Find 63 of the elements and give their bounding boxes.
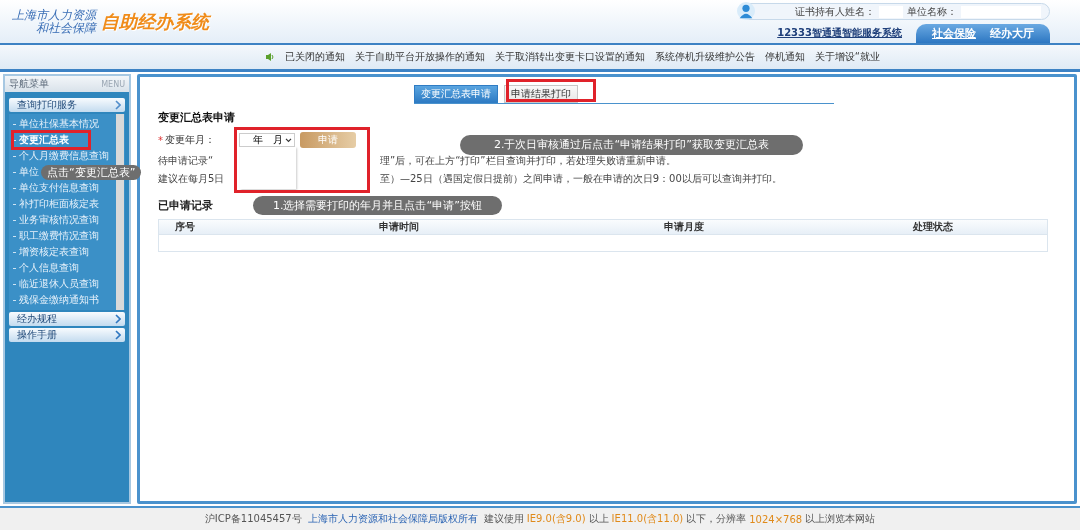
column-header: 申请时间	[378, 220, 420, 234]
copyright-link[interactable]: 上海市人力资源和社会保障局版权所有	[307, 512, 478, 526]
menu-item[interactable]: 单位	[19, 166, 39, 178]
footer-text: IE11.0(含11.0)	[611, 512, 684, 526]
menu-item[interactable]: 临近退休人员查询	[19, 278, 99, 290]
note-text: 至）—25日（遇国定假日提前）之间申请，一般在申请的次日9：00以后可以查询并打印。	[380, 172, 783, 186]
month-select[interactable]: 年 月	[239, 133, 295, 147]
notice-link[interactable]: 关于增设“就业	[814, 50, 880, 64]
column-header: 序号	[174, 220, 196, 234]
notice-link[interactable]: 停机通知	[764, 50, 805, 64]
menu-group[interactable]: 经办规程	[9, 312, 125, 326]
holder-name-label: 证书持有人姓名：	[795, 4, 875, 19]
column-header: 申请月度	[663, 220, 705, 234]
footer-text: 以上浏览本网站	[805, 512, 876, 526]
footer-text: 沪ICP备11045457号	[204, 512, 302, 526]
note-text: 建议在每月5日	[158, 172, 225, 186]
notice-link[interactable]: 系统停机升级维护公告	[654, 50, 755, 64]
menu-group[interactable]: 操作手册	[9, 328, 125, 342]
menu-item[interactable]: 业务审核情况查询	[19, 214, 99, 226]
callout-label: 2.于次日审核通过后点击“申请结果打印”获取变更汇总表	[460, 135, 803, 155]
menu-item[interactable]: 变更汇总表	[19, 134, 69, 146]
chevron-icon	[115, 100, 121, 110]
menu-item[interactable]: 职工缴费情况查询	[19, 230, 99, 242]
notice-link[interactable]: 关于自助平台开放操作的通知	[354, 50, 485, 64]
org-name: 上海市人力资源	[12, 8, 96, 22]
note-text: 理”后，可在上方“打印”栏目查询并打印，若处理失败请重新申请。	[380, 154, 677, 168]
company-name-label: 单位名称：	[907, 4, 957, 19]
tab[interactable]: 变更汇总表申请	[414, 85, 498, 103]
menu-label: MENU	[101, 79, 125, 89]
menu-item[interactable]: 增资核定表查询	[19, 246, 89, 258]
menu-item[interactable]: 个人月缴费信息查询	[19, 150, 109, 162]
required-mark: *	[158, 134, 163, 146]
footer-text: 建议使用	[483, 512, 524, 526]
callout-label: 点击“变更汇总表”	[41, 165, 142, 180]
menu-group[interactable]: 查询打印服务	[9, 98, 125, 112]
nav-tab[interactable]: 经办大厅	[986, 26, 1038, 41]
org-name: 和社会保障	[36, 21, 96, 35]
apply-button[interactable]: 申请	[300, 132, 356, 148]
menu-item[interactable]: 补打印柜面核定表	[19, 198, 99, 210]
column-header: 处理状态	[912, 220, 954, 234]
menu-item[interactable]: 残保金缴纳通知书	[19, 294, 99, 306]
nav-tab[interactable]: 社会保险	[928, 26, 980, 41]
user-avatar-icon	[737, 2, 755, 20]
field-label: 变更年月：	[165, 133, 215, 147]
menu-item[interactable]: 单位支付信息查询	[19, 182, 99, 194]
footer-text: 以上	[588, 512, 609, 526]
caret-icon	[285, 137, 292, 143]
form-title: 变更汇总表申请	[158, 110, 235, 125]
sidebar-title: 导航菜单	[9, 77, 49, 91]
records-title: 已申请记录	[158, 197, 213, 213]
note-text: 待申请记录“	[158, 154, 214, 168]
service-link[interactable]: 12333智通通智能服务系统	[777, 26, 902, 40]
speaker-icon	[264, 52, 275, 62]
footer-text: 1024×768	[749, 513, 803, 525]
notice-link[interactable]: 已关闭的通知	[284, 50, 345, 64]
footer-text: 以下，分辨率	[686, 512, 747, 526]
holder-name-field	[879, 5, 903, 18]
menu-item[interactable]: 个人信息查询	[19, 262, 79, 274]
notice-link[interactable]: 关于取消转出变更卡口设置的通知	[494, 50, 645, 64]
system-title: 自助经办系统	[101, 9, 209, 34]
callout-label: 1.选择需要打印的年月并且点击“申请”按钮	[253, 195, 502, 215]
footer-text: IE9.0(含9.0)	[526, 512, 586, 526]
menu-item[interactable]: 单位社保基本情况	[19, 118, 99, 130]
